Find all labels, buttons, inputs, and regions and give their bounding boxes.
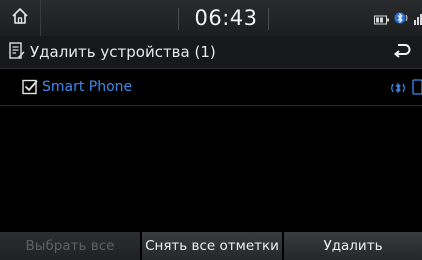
device-status-icons xyxy=(390,79,422,99)
list-edit-icon xyxy=(9,42,25,64)
divider xyxy=(178,8,179,30)
delete-button[interactable]: Удалить xyxy=(284,232,422,260)
checkbox-checked-icon[interactable] xyxy=(22,79,38,99)
phone-icon xyxy=(412,79,422,99)
home-icon xyxy=(11,7,29,29)
title-bar: Удалить устройства (1) xyxy=(0,36,422,69)
battery-icon xyxy=(374,10,390,29)
signal-icon xyxy=(414,10,422,29)
bluetooth-phone-icon xyxy=(394,10,410,29)
bluetooth-audio-icon xyxy=(390,80,406,99)
back-arrow-icon xyxy=(393,42,411,62)
clock: 06:43 xyxy=(194,6,258,30)
status-icons xyxy=(374,10,422,29)
status-bar: 06:43 xyxy=(0,0,422,36)
page-title: Удалить устройства (1) xyxy=(30,43,216,61)
device-list-item[interactable]: Smart Phone xyxy=(0,69,422,106)
unmark-all-button[interactable]: Снять все отметки xyxy=(142,232,282,260)
bottom-button-bar: Выбрать все Снять все отметки Удалить xyxy=(0,232,422,260)
select-all-button[interactable]: Выбрать все xyxy=(0,232,140,260)
device-name: Smart Phone xyxy=(42,79,133,95)
back-button[interactable] xyxy=(382,36,422,68)
home-button[interactable] xyxy=(0,0,41,36)
divider xyxy=(268,8,269,30)
